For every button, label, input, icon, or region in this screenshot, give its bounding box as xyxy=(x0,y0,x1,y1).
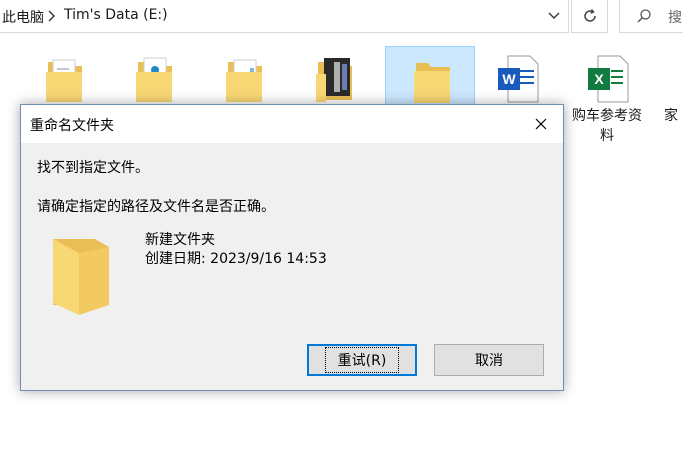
dialog-title: 重命名文件夹 xyxy=(30,118,114,134)
retry-button[interactable]: 重试(R) xyxy=(307,344,417,376)
folder-icon xyxy=(316,58,352,102)
search-placeholder: 搜 xyxy=(668,10,682,26)
address-dropdown-button[interactable] xyxy=(540,0,568,32)
dialog-title-bar[interactable]: 重命名文件夹 xyxy=(21,105,563,143)
search-box[interactable]: 搜 xyxy=(619,0,683,33)
excel-document-icon: X xyxy=(588,55,629,103)
folder-created-date: 创建日期: 2023/9/16 14:53 xyxy=(145,251,327,267)
file-label-line: 购车参考资 xyxy=(572,108,642,124)
folder-icon xyxy=(136,57,172,102)
close-icon xyxy=(535,118,547,130)
folder-name: 新建文件夹 xyxy=(145,232,215,248)
folder-icon xyxy=(414,63,450,103)
folder-icon xyxy=(226,59,262,102)
file-label[interactable]: 购车参考资 料 xyxy=(568,106,646,146)
rename-folder-dialog: 重命名文件夹 找不到指定文件。 请确定指定的路径及文件名是否正确。 新建文件夹 … xyxy=(20,104,564,391)
refresh-icon xyxy=(583,9,596,22)
breadcrumb-this-pc[interactable]: 此电脑 xyxy=(2,7,44,27)
chevron-down-icon xyxy=(548,12,560,19)
search-icon xyxy=(637,9,651,23)
file-label[interactable]: 家 xyxy=(664,106,683,126)
folder-icon xyxy=(53,239,109,315)
svg-text:X: X xyxy=(594,71,604,87)
explorer-top-bar: 此电脑 Tim's Data (E:) 搜 xyxy=(0,0,683,34)
close-button[interactable] xyxy=(519,105,563,143)
cancel-button-label: 取消 xyxy=(475,353,503,369)
retry-button-label: 重试(R) xyxy=(324,347,400,373)
breadcrumb-drive[interactable]: Tim's Data (E:) xyxy=(64,7,168,23)
refresh-button[interactable] xyxy=(571,0,608,33)
chevron-right-icon[interactable] xyxy=(47,9,57,23)
svg-text:W: W xyxy=(502,71,516,87)
word-document-icon: W xyxy=(498,55,539,103)
file-label-line: 料 xyxy=(600,128,614,144)
error-message: 找不到指定文件。 xyxy=(37,160,149,176)
folder-icon xyxy=(46,59,82,102)
cancel-button[interactable]: 取消 xyxy=(434,344,544,376)
error-hint: 请确定指定的路径及文件名是否正确。 xyxy=(37,199,275,215)
address-bar[interactable]: 此电脑 Tim's Data (E:) xyxy=(0,0,569,33)
